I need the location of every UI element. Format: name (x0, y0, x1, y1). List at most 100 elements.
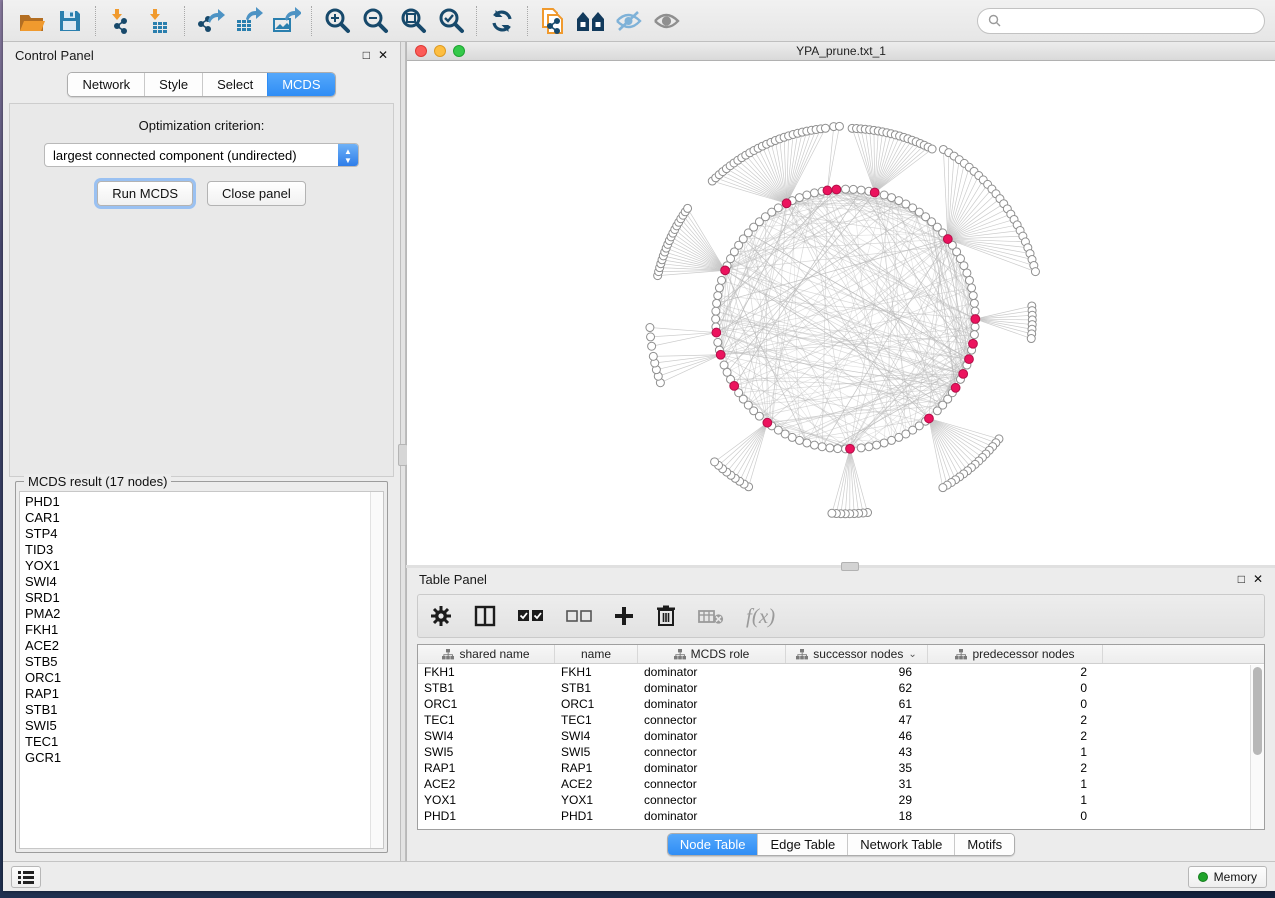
cell-name[interactable]: RAP1 (555, 760, 638, 776)
cell-predecessor-nodes[interactable]: 2 (928, 712, 1103, 728)
tab-mcds[interactable]: MCDS (267, 73, 334, 96)
tab-network-table[interactable]: Network Table (847, 834, 954, 855)
table-row[interactable]: RAP1RAP1dominator352 (418, 760, 1264, 776)
cell-predecessor-nodes[interactable]: 1 (928, 792, 1103, 808)
cell-name[interactable]: FKH1 (555, 664, 638, 680)
mcds-result-item[interactable]: SWI5 (25, 718, 383, 734)
cell-successor-nodes[interactable]: 96 (786, 664, 928, 680)
network-node[interactable] (928, 145, 936, 153)
network-node[interactable] (821, 124, 829, 132)
network-node[interactable] (711, 458, 719, 466)
network-node[interactable] (818, 443, 826, 451)
mcds-node[interactable] (721, 266, 730, 275)
network-node[interactable] (865, 443, 873, 451)
cell-name[interactable]: YOX1 (555, 792, 638, 808)
cell-predecessor-nodes[interactable]: 2 (928, 760, 1103, 776)
mcds-result-item[interactable]: ORC1 (25, 670, 383, 686)
delete-column-button[interactable] (656, 601, 676, 631)
column-header-MCDS-role[interactable]: MCDS role (638, 645, 786, 663)
show-panels-button[interactable] (11, 866, 41, 888)
network-node[interactable] (834, 445, 842, 453)
column-header-name[interactable]: name (555, 645, 638, 663)
network-node[interactable] (969, 292, 977, 300)
network-node[interactable] (873, 441, 881, 449)
mcds-node[interactable] (965, 355, 974, 364)
mcds-result-item[interactable]: TEC1 (25, 734, 383, 750)
scrollbar-thumb[interactable] (1253, 667, 1262, 755)
mcds-result-item[interactable]: STB1 (25, 702, 383, 718)
tab-select[interactable]: Select (202, 73, 267, 96)
tab-network[interactable]: Network (68, 73, 144, 96)
cell-MCDS-role[interactable]: dominator (638, 760, 786, 776)
cell-predecessor-nodes[interactable]: 1 (928, 776, 1103, 792)
mcds-result-item[interactable]: YOX1 (25, 558, 383, 574)
mcds-result-item[interactable]: SRD1 (25, 590, 383, 606)
network-node[interactable] (965, 276, 973, 284)
save-session-button[interactable] (51, 5, 89, 37)
mcds-result-item[interactable]: PMA2 (25, 606, 383, 622)
table-row[interactable]: ACE2ACE2connector311 (418, 776, 1264, 792)
export-table-button[interactable] (229, 5, 267, 37)
cell-name[interactable]: ORC1 (555, 696, 638, 712)
splitter-grip[interactable] (841, 562, 859, 571)
cell-predecessor-nodes[interactable]: 0 (928, 808, 1103, 824)
mcds-node[interactable] (730, 381, 739, 390)
mcds-result-item[interactable]: STP4 (25, 526, 383, 542)
network-node[interactable] (684, 204, 692, 212)
network-node[interactable] (971, 307, 979, 315)
cell-shared-name[interactable]: FKH1 (418, 664, 555, 680)
network-node[interactable] (646, 324, 654, 332)
float-panel-icon[interactable]: □ (363, 48, 370, 62)
network-node[interactable] (712, 315, 720, 323)
cell-predecessor-nodes[interactable]: 2 (928, 664, 1103, 680)
refresh-button[interactable] (483, 5, 521, 37)
cell-shared-name[interactable]: PHD1 (418, 808, 555, 824)
table-row[interactable]: TEC1TEC1connector472 (418, 712, 1264, 728)
network-node[interactable] (971, 323, 979, 331)
mcds-node[interactable] (971, 315, 980, 324)
cell-predecessor-nodes[interactable]: 0 (928, 696, 1103, 712)
cell-successor-nodes[interactable]: 29 (786, 792, 928, 808)
mcds-node[interactable] (782, 199, 791, 208)
horizontal-splitter[interactable] (406, 565, 1275, 568)
network-node[interactable] (774, 204, 782, 212)
network-node[interactable] (826, 444, 834, 452)
table-scrollbar[interactable] (1250, 665, 1264, 829)
close-panel-icon[interactable]: ✕ (1253, 572, 1263, 586)
mcds-node[interactable] (823, 186, 832, 195)
cell-successor-nodes[interactable]: 47 (786, 712, 928, 728)
column-header-shared-name[interactable]: shared name (418, 645, 555, 663)
column-header-successor-nodes[interactable]: successor nodes⌄ (786, 645, 928, 663)
cell-shared-name[interactable]: RAP1 (418, 760, 555, 776)
table-row[interactable]: ORC1ORC1dominator610 (418, 696, 1264, 712)
network-node[interactable] (714, 292, 722, 300)
cell-MCDS-role[interactable]: dominator (638, 664, 786, 680)
network-node[interactable] (715, 284, 723, 292)
network-window-titlebar[interactable]: YPA_prune.txt_1 (407, 42, 1275, 61)
cell-shared-name[interactable]: ACE2 (418, 776, 555, 792)
network-canvas[interactable] (407, 61, 1275, 565)
mcds-node[interactable] (846, 444, 855, 453)
cell-MCDS-role[interactable]: connector (638, 712, 786, 728)
run-mcds-button[interactable]: Run MCDS (97, 181, 193, 206)
network-node[interactable] (810, 189, 818, 197)
first-neighbors-button[interactable] (572, 5, 610, 37)
mcds-result-item[interactable]: SWI4 (25, 574, 383, 590)
cell-name[interactable]: PHD1 (555, 808, 638, 824)
zoom-fit-button[interactable] (394, 5, 432, 37)
cell-MCDS-role[interactable]: dominator (638, 696, 786, 712)
table-row[interactable]: SWI4SWI4dominator462 (418, 728, 1264, 744)
cell-predecessor-nodes[interactable]: 0 (928, 680, 1103, 696)
table-row[interactable]: PHD1PHD1dominator180 (418, 808, 1264, 824)
mcds-node[interactable] (832, 185, 841, 194)
tab-motifs[interactable]: Motifs (954, 834, 1014, 855)
cell-successor-nodes[interactable]: 43 (786, 744, 928, 760)
network-node[interactable] (939, 484, 947, 492)
network-node[interactable] (810, 441, 818, 449)
table-row[interactable]: YOX1YOX1connector291 (418, 792, 1264, 808)
cell-MCDS-role[interactable]: dominator (638, 808, 786, 824)
zoom-selected-button[interactable] (432, 5, 470, 37)
mcds-result-item[interactable]: RAP1 (25, 686, 383, 702)
cell-name[interactable]: STB1 (555, 680, 638, 696)
network-node[interactable] (835, 122, 843, 130)
